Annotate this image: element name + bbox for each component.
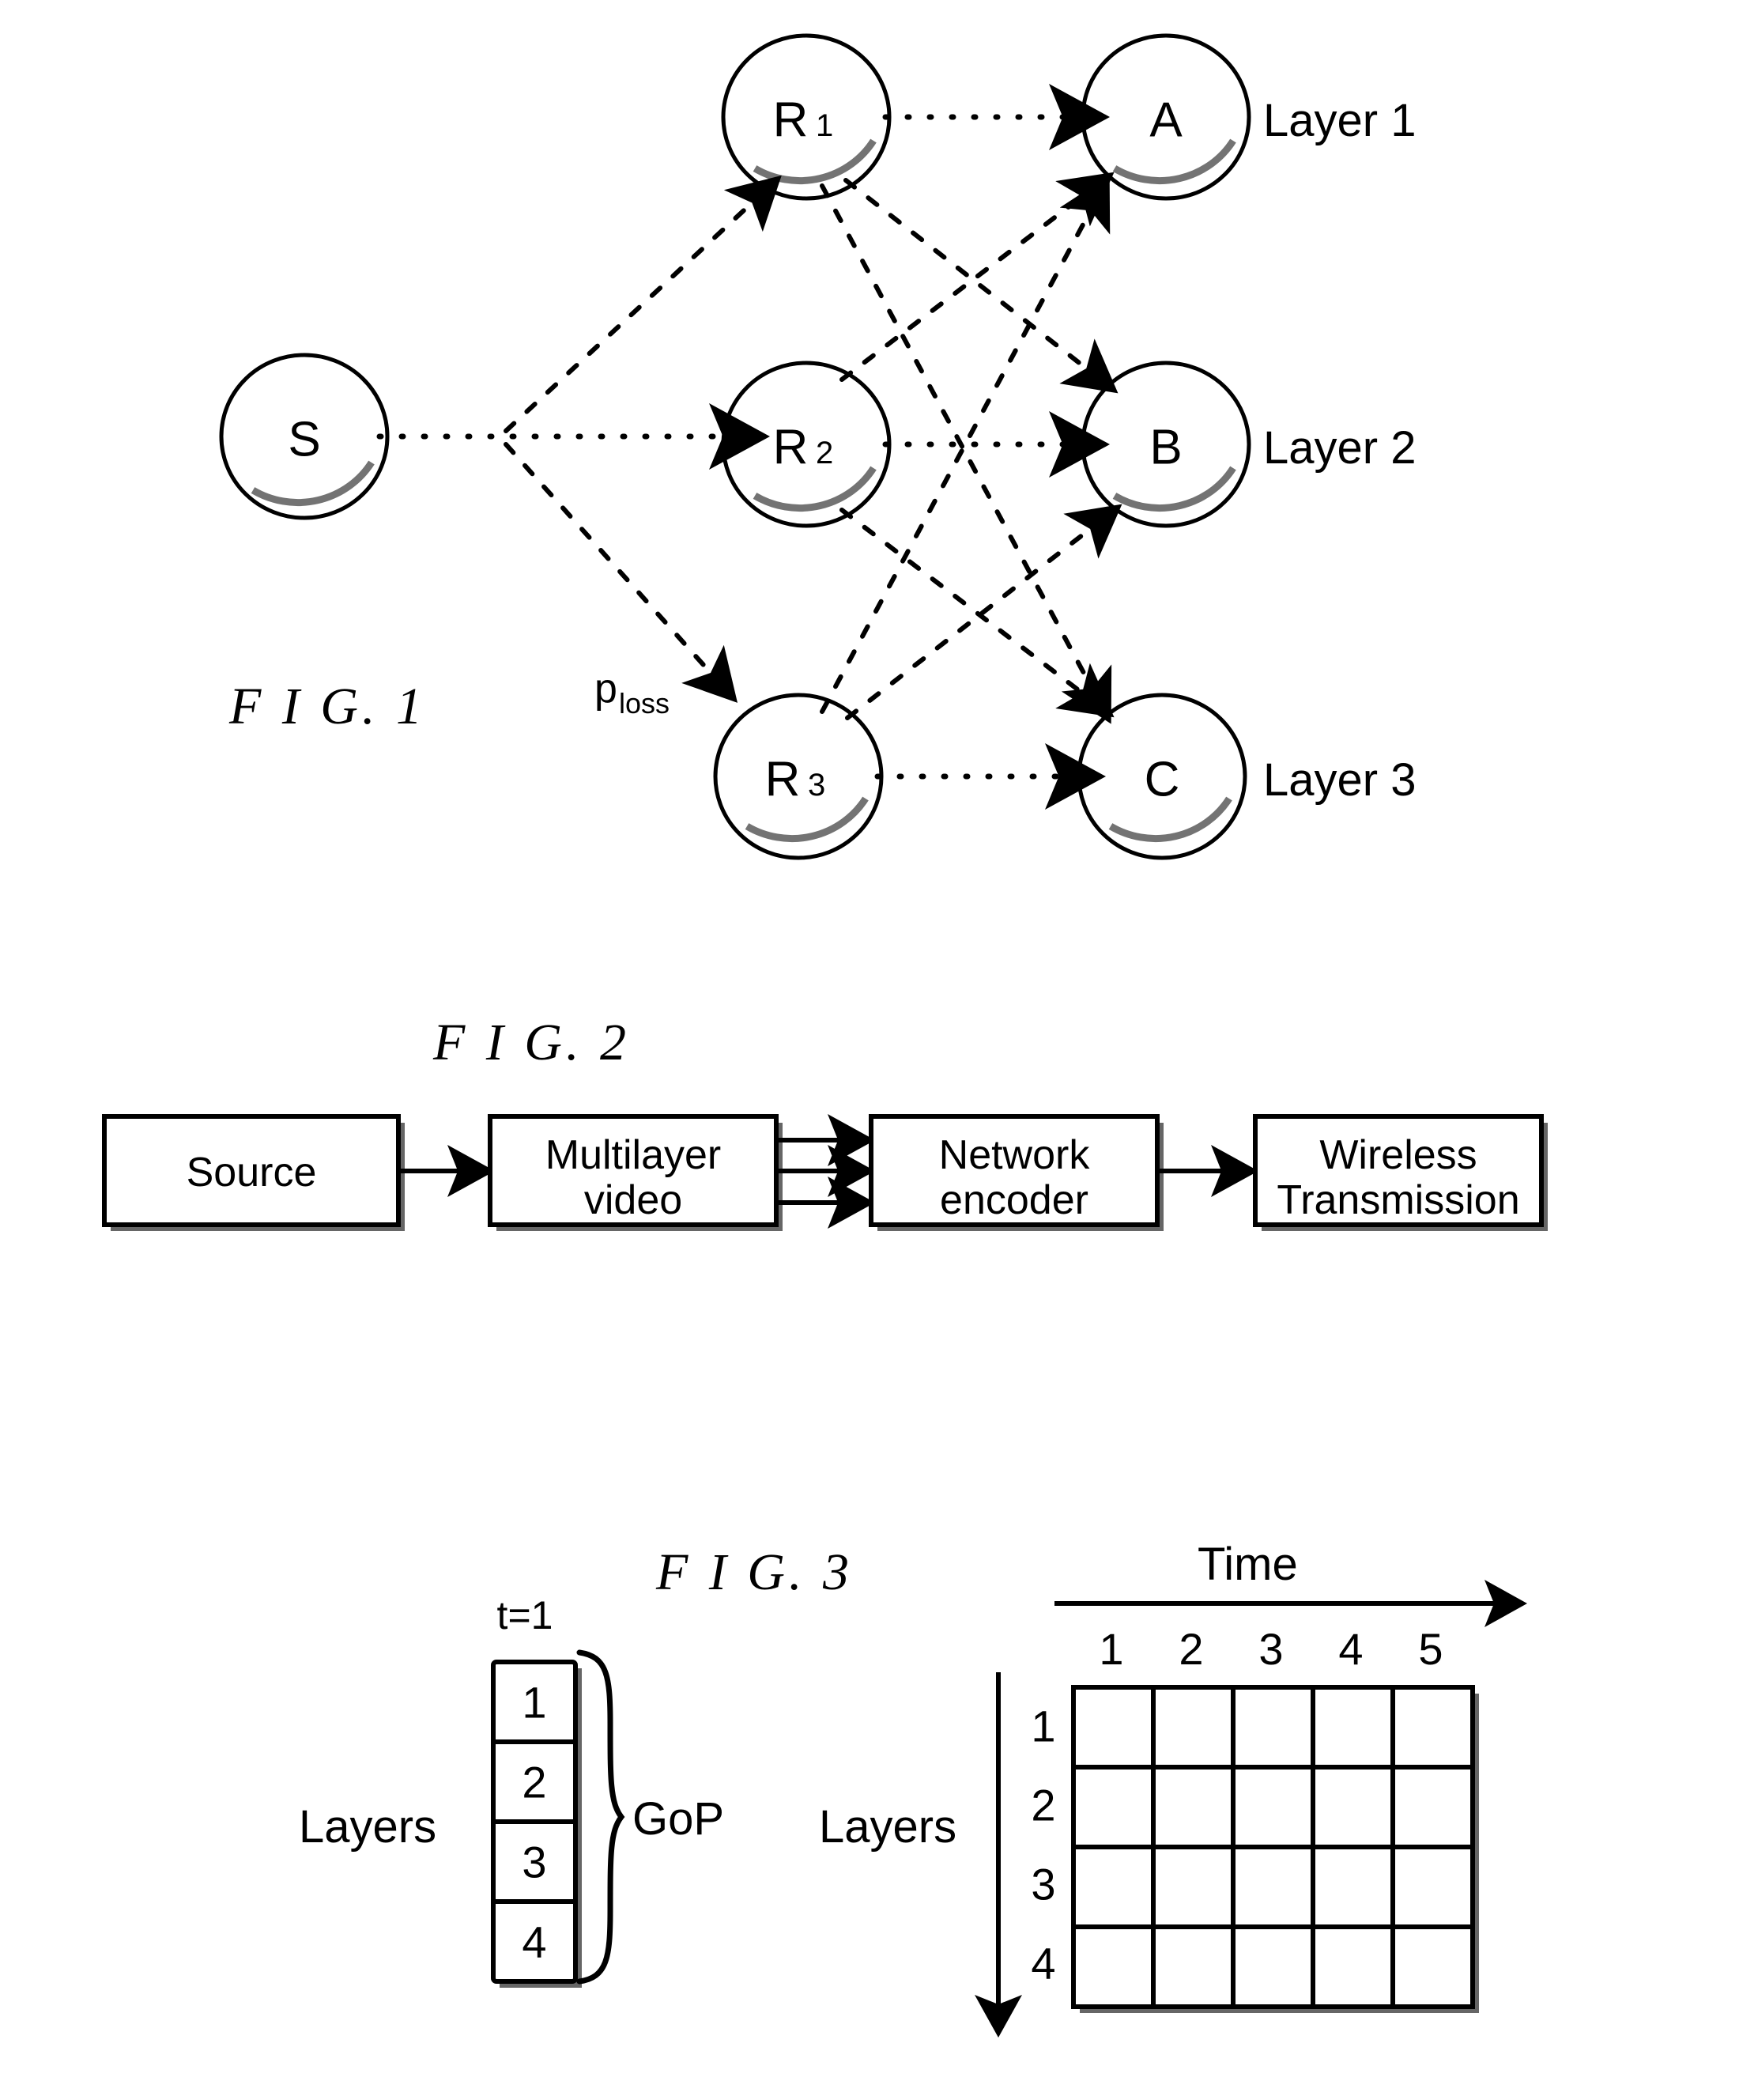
layer-3-label: Layer 3	[1263, 754, 1416, 806]
block-multilayer-line1: Multilayer	[545, 1132, 722, 1178]
gop-cell-2: 2	[522, 1758, 546, 1807]
patent-figures-canvas: S R 1 R 2 R 3 A B C Layer 1 Layer 2 Laye…	[102, 33, 1548, 2038]
node-a-label: A	[1149, 93, 1183, 148]
patent-drawing-page: S R 1 R 2 R 3 A B C Layer 1 Layer 2 Laye…	[0, 0, 1758, 2100]
p-loss-annotation: p loss	[594, 666, 670, 720]
connector-multilayer-encoder-bundle	[776, 1114, 875, 1229]
gop-label: GoP	[632, 1793, 724, 1845]
node-c[interactable]: C	[1077, 693, 1247, 860]
block-network-encoder[interactable]: Network encoder	[869, 1114, 1164, 1231]
time-axis-label: Time	[1198, 1539, 1298, 1590]
node-r2-sublabel: 2	[816, 436, 833, 470]
node-b[interactable]: B	[1081, 361, 1251, 528]
edge-r2-a	[839, 172, 1115, 382]
node-b-label: B	[1149, 421, 1182, 475]
block-source-label: Source	[187, 1150, 317, 1195]
node-a[interactable]: A	[1081, 33, 1251, 201]
grid-col-label-3: 3	[1258, 1624, 1283, 1674]
grid-col-label-1: 1	[1099, 1624, 1123, 1674]
grid-row-label-2: 2	[1031, 1781, 1055, 1830]
time-layer-grid-group: Time 1 2 3 4 5 Layers 1 2 3 4	[819, 1539, 1527, 2038]
figure-2-group: F I G. 2 Source Multilayer video Network…	[102, 1014, 1548, 1231]
gop-layers-label: Layers	[299, 1801, 436, 1853]
figure-1-caption: F I G. 1	[228, 678, 426, 735]
grid-col-label-2: 2	[1179, 1624, 1203, 1674]
grid-row-label-4: 4	[1031, 1939, 1055, 1989]
edge-r1-b	[843, 178, 1119, 394]
node-c-label: C	[1145, 753, 1180, 807]
figure-3-caption: F I G. 3	[655, 1543, 853, 1601]
figure-1-group: S R 1 R 2 R 3 A B C Layer 1 Layer 2 Laye…	[219, 33, 1416, 860]
block-encoder-line1: Network	[939, 1132, 1091, 1178]
figure-3-group: F I G. 3 t=1 1 2 3 4 Layers GoP Time 1 2…	[299, 1539, 1527, 2038]
block-wireless-line2: Transmission	[1277, 1177, 1519, 1223]
gop-stack-group: t=1 1 2 3 4 Layers GoP	[299, 1593, 724, 1988]
grid-col-label-5: 5	[1418, 1624, 1443, 1674]
edge-s-r1	[504, 175, 782, 433]
node-r1-label: R	[773, 93, 809, 148]
layer-2-label: Layer 2	[1263, 422, 1416, 474]
node-r2[interactable]: R 2	[721, 361, 892, 528]
block-multilayer-video[interactable]: Multilayer video	[488, 1114, 783, 1231]
node-r1[interactable]: R 1	[721, 33, 892, 201]
t-equals-1-label: t=1	[497, 1593, 553, 1637]
edge-s-r3	[504, 442, 738, 703]
layers-axis-label: Layers	[819, 1801, 956, 1853]
edge-r2-c	[839, 508, 1115, 718]
grid-row-label-1: 1	[1031, 1702, 1055, 1751]
node-s[interactable]: S	[219, 353, 390, 520]
block-wireless-line1: Wireless	[1319, 1132, 1477, 1178]
grid-row-label-3: 3	[1031, 1860, 1055, 1909]
node-r3-label: R	[765, 753, 801, 807]
node-r2-label: R	[773, 421, 809, 475]
figure-1-edges	[376, 84, 1122, 810]
node-s-label: S	[288, 413, 320, 467]
grid-col-label-4: 4	[1338, 1624, 1363, 1674]
p-loss-subscript: loss	[619, 687, 670, 720]
node-r1-sublabel: 1	[816, 108, 833, 143]
p-loss-base: p	[594, 666, 617, 712]
block-wireless-transmission[interactable]: Wireless Transmission	[1253, 1114, 1548, 1231]
gop-brace	[576, 1649, 625, 1985]
figure-2-caption: F I G. 2	[432, 1014, 630, 1071]
gop-cell-1: 1	[522, 1678, 546, 1728]
gop-cell-4: 4	[522, 1917, 546, 1967]
node-r3[interactable]: R 3	[713, 693, 884, 860]
block-encoder-line2: encoder	[940, 1177, 1088, 1223]
gop-cell-3: 3	[522, 1837, 546, 1887]
layer-1-label: Layer 1	[1263, 95, 1416, 146]
node-r3-sublabel: 3	[808, 768, 825, 803]
block-multilayer-line2: video	[584, 1177, 682, 1223]
block-source[interactable]: Source	[102, 1114, 405, 1231]
